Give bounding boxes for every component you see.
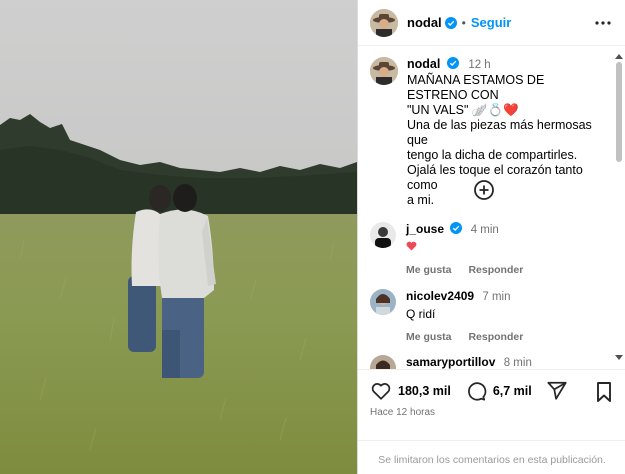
- follow-button[interactable]: Seguir: [471, 15, 511, 30]
- comment-username[interactable]: samaryportillov: [406, 355, 495, 369]
- comment-reply-button[interactable]: Responder: [468, 331, 523, 343]
- comment-reply-button[interactable]: Responder: [468, 264, 523, 276]
- comment-text: Q ridí: [406, 307, 436, 321]
- comment-avatar[interactable]: [370, 355, 396, 369]
- caption-avatar[interactable]: [370, 57, 398, 85]
- caption-line: Ojalá les toque el corazón tanto como: [407, 163, 583, 192]
- scroll-up-arrow[interactable]: [615, 54, 623, 59]
- caption-line: tengo la dicha de compartirles.: [407, 148, 578, 162]
- comment-like-button[interactable]: Me gusta: [406, 264, 452, 276]
- post-detail-panel: nodal • Seguir nodal 12 h MAÑANA ESTAMOS…: [357, 0, 625, 474]
- caption-line: a mi.: [407, 193, 435, 207]
- verified-icon: [450, 222, 463, 234]
- comment-time: 4 min: [470, 224, 499, 236]
- more-icon[interactable]: [594, 14, 612, 32]
- comments-limited-notice: Se limitaron los comentarios en esta pub…: [358, 440, 625, 466]
- avatar[interactable]: [370, 8, 398, 37]
- post-header: nodal • Seguir: [358, 0, 625, 46]
- heart-emoji-icon: [406, 241, 417, 251]
- comment-avatar[interactable]: [370, 289, 396, 315]
- bookmark-icon[interactable]: [594, 381, 614, 403]
- comment-avatar[interactable]: [370, 222, 396, 248]
- comment-time: 8 min: [503, 357, 532, 369]
- heart-icon[interactable]: [370, 380, 392, 402]
- caption-line: MAÑANA ESTAMOS DE ESTRENO CON: [407, 73, 545, 102]
- comment-username[interactable]: nicolev2409: [406, 289, 474, 303]
- scrollbar-thumb[interactable]: [616, 62, 622, 162]
- post-image: [0, 0, 357, 474]
- post-photo[interactable]: [0, 0, 357, 474]
- post-actions: 180,3 mil 6,7 mil Hace 12 horas Se limit…: [358, 369, 625, 474]
- comment-icon[interactable]: [465, 380, 487, 402]
- comment-item: samaryportillov 8 min: [370, 355, 608, 369]
- comment-item: j_ouse 4 min Me gusta Responder: [370, 222, 608, 276]
- comment-username[interactable]: j_ouse: [406, 222, 444, 236]
- username[interactable]: nodal: [407, 15, 442, 30]
- caption-time: 12 h: [468, 59, 491, 71]
- separator-dot: •: [461, 15, 466, 30]
- verified-icon: [446, 57, 459, 69]
- share-icon[interactable]: [546, 380, 568, 402]
- comments-scroll-area[interactable]: nodal 12 h MAÑANA ESTAMOS DE ESTRENO CON…: [358, 47, 625, 369]
- post-timestamp: Hace 12 horas: [370, 407, 436, 418]
- likes-count[interactable]: 180,3 mil: [398, 384, 451, 398]
- comment-time: 7 min: [482, 291, 511, 303]
- comment-item: nicolev2409 7 min Q ridí Me gusta Respon…: [370, 289, 608, 343]
- caption-line: "UN VALS" 🪽💍❤️: [407, 103, 519, 117]
- caption-username[interactable]: nodal: [407, 57, 440, 71]
- comments-count[interactable]: 6,7 mil: [493, 384, 532, 398]
- comment-like-button[interactable]: Me gusta: [406, 331, 452, 343]
- scrollbar[interactable]: [615, 54, 623, 360]
- caption-line: Una de las piezas más hermosas que: [407, 118, 592, 147]
- verified-icon: [444, 16, 457, 29]
- scroll-down-arrow[interactable]: [615, 355, 623, 360]
- add-circle-icon[interactable]: [473, 179, 495, 201]
